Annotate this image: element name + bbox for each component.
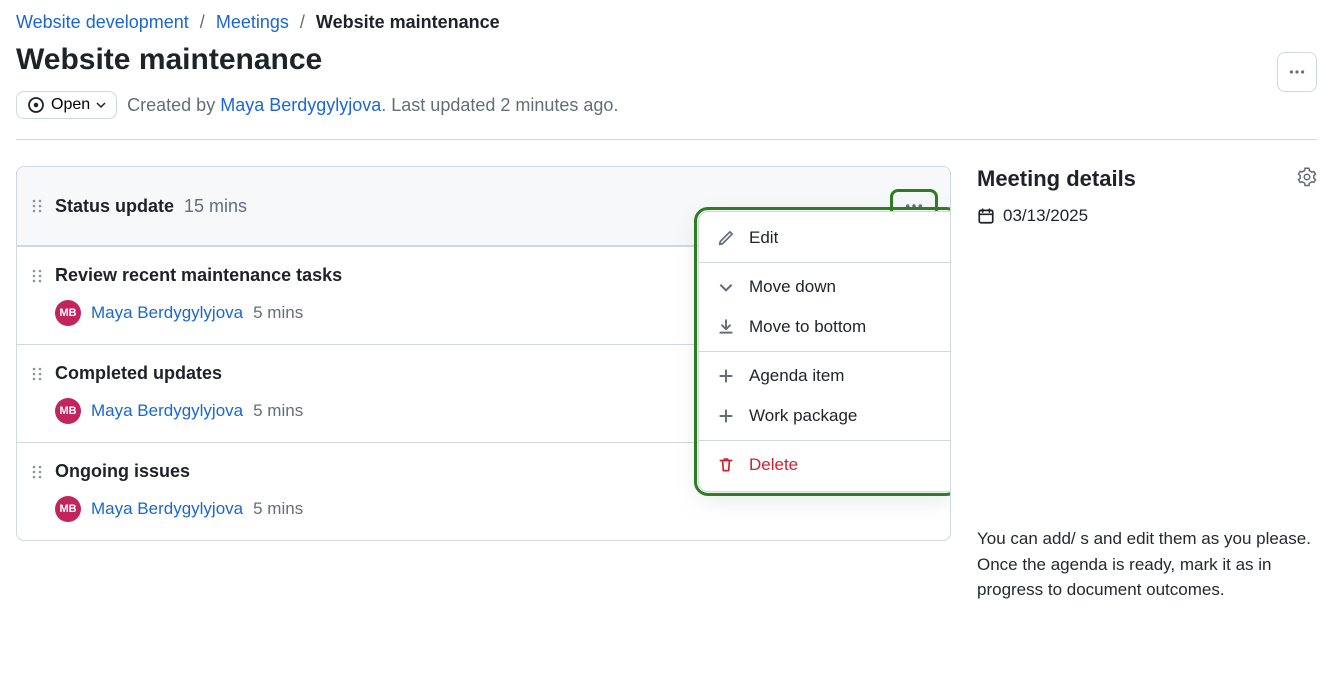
agenda-item-duration: 5 mins [253, 499, 303, 519]
menu-agenda-item[interactable]: Agenda item [699, 356, 951, 396]
meta-text: Created by Maya Berdygylyjova. Last upda… [127, 95, 618, 116]
menu-delete-label: Delete [749, 455, 798, 475]
drag-handle-icon[interactable] [31, 198, 45, 214]
drag-handle-icon[interactable] [31, 268, 45, 284]
status-open-icon [27, 96, 45, 114]
menu-agenda-item-label: Agenda item [749, 366, 844, 386]
agenda-item-duration: 5 mins [253, 303, 303, 323]
menu-separator [699, 351, 951, 352]
breadcrumb-mid[interactable]: Meetings [216, 12, 289, 32]
agenda-item-title: Review recent maintenance tasks [55, 265, 342, 286]
calendar-icon [977, 207, 995, 225]
breadcrumb-current: Website maintenance [316, 12, 500, 32]
breadcrumb-root[interactable]: Website development [16, 12, 189, 32]
avatar: MB [55, 496, 81, 522]
agenda-context-menu: Edit Move down Move to bottom [698, 211, 951, 492]
menu-move-down[interactable]: Move down [699, 267, 951, 307]
agenda-group-duration: 15 mins [184, 196, 247, 217]
page-more-button[interactable] [1277, 52, 1317, 92]
agenda-group-header: Status update 15 mins Edit [17, 167, 950, 246]
details-help-text: You can add/ s and edit them as you plea… [977, 526, 1317, 603]
details-date-row: 03/13/2025 [977, 206, 1317, 226]
move-to-bottom-icon [717, 318, 735, 336]
assignee-link[interactable]: Maya Berdygylyjova [91, 499, 243, 519]
breadcrumb: Website development / Meetings / Website… [16, 12, 1317, 33]
avatar: MB [55, 398, 81, 424]
drag-handle-icon[interactable] [31, 464, 45, 480]
plus-icon [717, 367, 735, 385]
agenda-card: Status update 15 mins Edit [16, 166, 951, 541]
chevron-down-icon [717, 278, 735, 296]
menu-separator [699, 262, 951, 263]
caret-down-icon [96, 100, 106, 110]
breadcrumb-sep: / [300, 12, 305, 32]
avatar: MB [55, 300, 81, 326]
menu-work-package-label: Work package [749, 406, 857, 426]
agenda-item-title: Ongoing issues [55, 461, 190, 482]
menu-edit-label: Edit [749, 228, 778, 248]
status-dropdown[interactable]: Open [16, 91, 117, 119]
created-by-link[interactable]: Maya Berdygylyjova [220, 95, 381, 115]
agenda-item-duration: 5 mins [253, 401, 303, 421]
menu-work-package[interactable]: Work package [699, 396, 951, 436]
created-by-prefix: Created by [127, 95, 220, 115]
status-label: Open [51, 96, 90, 114]
agenda-item-title: Completed updates [55, 363, 222, 384]
details-heading: Meeting details [977, 166, 1136, 192]
assignee-link[interactable]: Maya Berdygylyjova [91, 401, 243, 421]
menu-delete[interactable]: Delete [699, 445, 951, 485]
kebab-icon [1288, 63, 1306, 81]
agenda-group-title: Status update [55, 196, 174, 217]
agenda-column: Status update 15 mins Edit [16, 166, 951, 541]
menu-move-bottom-label: Move to bottom [749, 317, 866, 337]
updated-text: . Last updated 2 minutes ago. [381, 95, 618, 115]
menu-separator [699, 440, 951, 441]
trash-icon [717, 456, 735, 474]
page-title: Website maintenance [16, 43, 1317, 77]
assignee-link[interactable]: Maya Berdygylyjova [91, 303, 243, 323]
menu-move-down-label: Move down [749, 277, 836, 297]
settings-button[interactable] [1297, 167, 1317, 192]
menu-edit[interactable]: Edit [699, 218, 951, 258]
breadcrumb-sep: / [200, 12, 205, 32]
details-column: Meeting details 03/13/2025 You can add/ … [977, 166, 1317, 603]
details-date: 03/13/2025 [1003, 206, 1088, 226]
menu-move-bottom[interactable]: Move to bottom [699, 307, 951, 347]
gear-icon [1297, 167, 1317, 187]
plus-icon [717, 407, 735, 425]
meta-row: Open Created by Maya Berdygylyjova. Last… [16, 91, 1317, 140]
pencil-icon [717, 229, 735, 247]
drag-handle-icon[interactable] [31, 366, 45, 382]
